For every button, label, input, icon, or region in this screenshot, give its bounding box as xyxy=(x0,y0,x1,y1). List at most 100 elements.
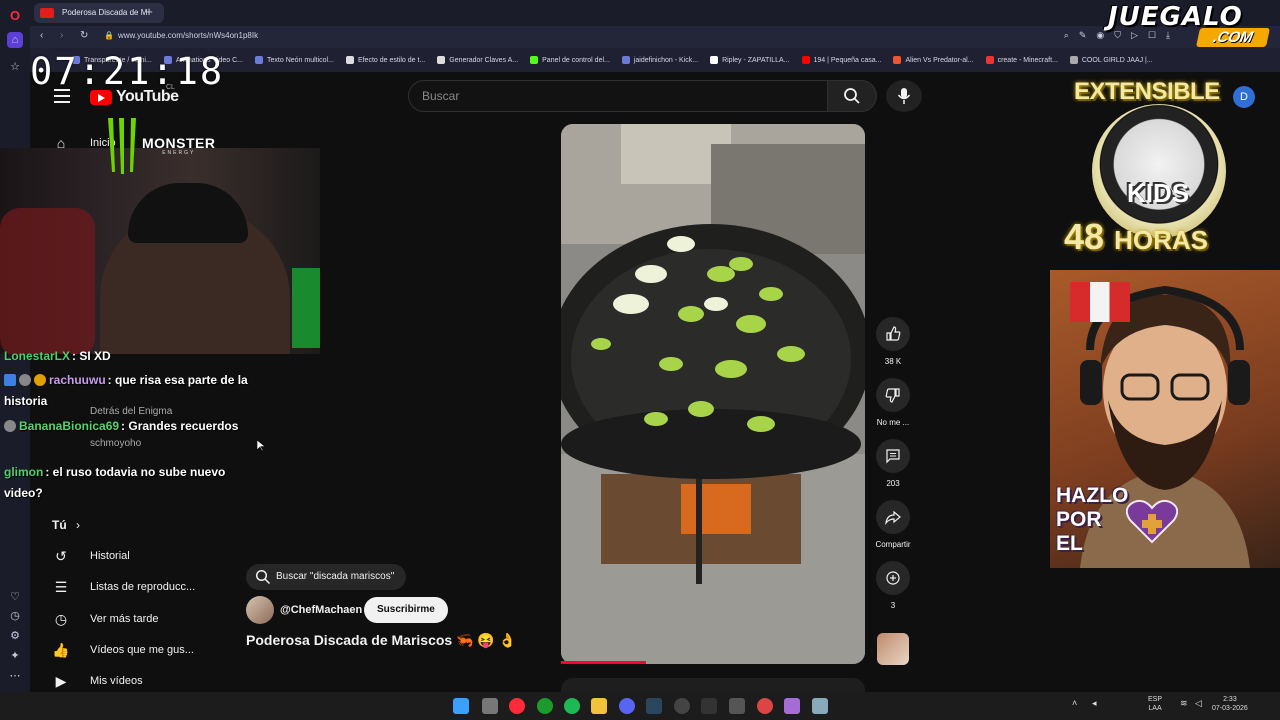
settings-icon[interactable]: ⚙ xyxy=(7,627,23,643)
lang-bottom: LAA xyxy=(1148,705,1162,712)
taskbar-clock[interactable]: 2:33 07-03-2026 xyxy=(1212,695,1248,713)
channel-avatar[interactable] xyxy=(246,596,274,624)
bookmark-item[interactable]: Generador Claves A... xyxy=(437,56,518,64)
back-icon[interactable]: ‹ xyxy=(40,30,43,41)
playlist-icon: ☰ xyxy=(54,578,68,595)
sidebar-you-header[interactable]: Tú › xyxy=(52,518,80,532)
monster-text: MONSTER xyxy=(142,135,216,151)
pin-icon[interactable]: ☆ xyxy=(7,58,23,74)
watch-later-icon: ◷ xyxy=(54,610,68,627)
xbox-icon[interactable] xyxy=(537,698,553,714)
sidebar-item-playlists[interactable]: ☰ Listas de reproducc... xyxy=(52,576,195,598)
clock-date: 07-03-2026 xyxy=(1212,705,1248,712)
edit-icon[interactable]: ✎ xyxy=(1079,30,1087,41)
camera-icon[interactable]: ◉ xyxy=(1096,30,1104,41)
share-button[interactable]: Compartir xyxy=(875,500,911,549)
app-icon[interactable] xyxy=(784,698,800,714)
discord-icon[interactable] xyxy=(619,698,635,714)
hazlo-por-el-text: HAZLO POR EL xyxy=(1056,484,1128,556)
chat-text: : Grandes recuerdos xyxy=(121,419,239,433)
like-button[interactable]: 38 K xyxy=(876,317,910,366)
bookmark-item[interactable]: create - Minecraft... xyxy=(985,56,1058,64)
forward-icon[interactable]: › xyxy=(60,30,63,41)
chevron-right-icon: › xyxy=(76,518,81,532)
more-icon[interactable]: ⋯ xyxy=(7,667,23,683)
green-light xyxy=(292,268,320,348)
chat-user: rachuuwu xyxy=(49,373,106,387)
video-progress-bar[interactable] xyxy=(561,661,646,664)
opera-logo-icon[interactable]: O xyxy=(7,7,23,23)
comments-count: 203 xyxy=(886,479,900,488)
home-icon[interactable]: ⌂ xyxy=(7,32,23,48)
badge-icon xyxy=(19,374,31,386)
input-language[interactable]: ESP LAA xyxy=(1148,695,1162,713)
bookmark-item[interactable]: Texto Neón multicol... xyxy=(255,56,334,64)
bookmark-item[interactable]: Panel de control del... xyxy=(530,56,610,64)
search-input[interactable]: Buscar xyxy=(408,80,828,112)
tab-bar xyxy=(30,0,1280,26)
bookmark-item[interactable]: COOL GIRLD JAAJ |... xyxy=(1069,56,1153,64)
volume-icon[interactable]: ◁ xyxy=(1195,698,1202,709)
capcut-icon[interactable] xyxy=(701,698,717,714)
short-title: Poderosa Discada de Mariscos 🦐 😝 👌 xyxy=(246,632,517,648)
steam-icon[interactable] xyxy=(646,698,662,714)
search-button[interactable] xyxy=(827,80,877,112)
minecraft-icon[interactable] xyxy=(729,698,745,714)
remix-button[interactable]: 3 xyxy=(876,561,910,610)
juegalo-text: JUEGALO xyxy=(1108,2,1243,32)
search-page-icon[interactable]: ⌕ xyxy=(1064,30,1069,41)
windows-start-icon[interactable] xyxy=(453,698,469,714)
obs-icon[interactable] xyxy=(674,698,690,714)
file-explorer-icon[interactable] xyxy=(591,698,607,714)
channel-name[interactable]: @ChefMachaen xyxy=(280,604,362,616)
dislike-label: No me ... xyxy=(876,418,910,427)
app-icon[interactable] xyxy=(757,698,773,714)
bookmark-item[interactable]: Efecto de estilo de t... xyxy=(345,56,425,64)
short-video-player[interactable] xyxy=(561,124,865,664)
bookmark-item[interactable]: Ripley - ZAPATILLA... xyxy=(710,56,790,64)
new-tab-button[interactable]: + xyxy=(142,5,156,19)
reload-icon[interactable]: ↻ xyxy=(80,30,88,41)
sidebar-item-label: Historial xyxy=(90,550,130,562)
voice-search-button[interactable] xyxy=(886,80,922,112)
chat-text: : SI XD xyxy=(72,349,111,360)
tray-app-icon[interactable]: ◂ xyxy=(1092,698,1097,709)
chat-user: glimon xyxy=(4,465,44,479)
url-field[interactable]: www.youtube.com/shorts/nWs4on1p8Ik xyxy=(118,31,258,40)
sidebar-item-liked[interactable]: 👍 Vídeos que me gus... xyxy=(52,639,194,661)
chat-message: rachuuwu: que risa esa parte de la histo… xyxy=(4,370,250,412)
search-icon xyxy=(844,88,860,104)
stream-chat: LonestarLX: SI XD rachuuwu: que risa esa… xyxy=(0,349,252,504)
sidebar-item-history[interactable]: ↺ Historial xyxy=(52,545,130,567)
dislike-button[interactable]: No me ... xyxy=(876,378,910,427)
thumbs-up-icon xyxy=(876,317,910,351)
tray-chevron-icon[interactable]: ˄ xyxy=(1072,698,1077,708)
juegalo-com-badge: .COM xyxy=(1195,28,1271,47)
heart-icon[interactable]: ♡ xyxy=(7,588,23,604)
task-view-icon[interactable] xyxy=(482,698,498,714)
bookmark-item[interactable]: jaidefinichon - Kick... xyxy=(621,56,698,64)
peru-flag xyxy=(1070,282,1130,322)
lang-top: ESP xyxy=(1148,696,1163,703)
windows-taskbar xyxy=(0,692,1280,720)
opera-gx-icon[interactable] xyxy=(509,698,525,714)
app-icon[interactable] xyxy=(812,698,828,714)
bookmark-item[interactable]: Alien Vs Predator-al... xyxy=(893,56,974,64)
sound-thumbnail[interactable] xyxy=(877,633,909,665)
sidebar-item-label: Ver más tarde xyxy=(90,613,159,625)
promo-title: EXTENSIBLE xyxy=(1074,78,1220,105)
sidebar-item-my-videos[interactable]: ▶ Mis vídeos xyxy=(52,670,143,692)
chat-message: glimon: el ruso todavia no sube nuevo vi… xyxy=(4,462,250,504)
account-avatar[interactable]: D xyxy=(1233,86,1255,108)
bulb-icon[interactable]: ✦ xyxy=(7,647,23,663)
subscribe-button[interactable]: Suscribirme xyxy=(364,597,448,623)
history-clock-icon[interactable]: ◷ xyxy=(7,607,23,623)
bookmark-item[interactable]: 194 | Pequeña casa... xyxy=(801,56,881,64)
comments-button[interactable]: 203 xyxy=(876,439,910,488)
sidebar-item-watch-later[interactable]: ◷ Ver más tarde xyxy=(52,608,159,630)
remix-count: 3 xyxy=(890,601,896,610)
promo-hours-number: 48 xyxy=(1064,216,1105,257)
spotify-icon[interactable] xyxy=(564,698,580,714)
badge-icon xyxy=(34,374,46,386)
wifi-icon[interactable]: ≋ xyxy=(1180,698,1188,709)
